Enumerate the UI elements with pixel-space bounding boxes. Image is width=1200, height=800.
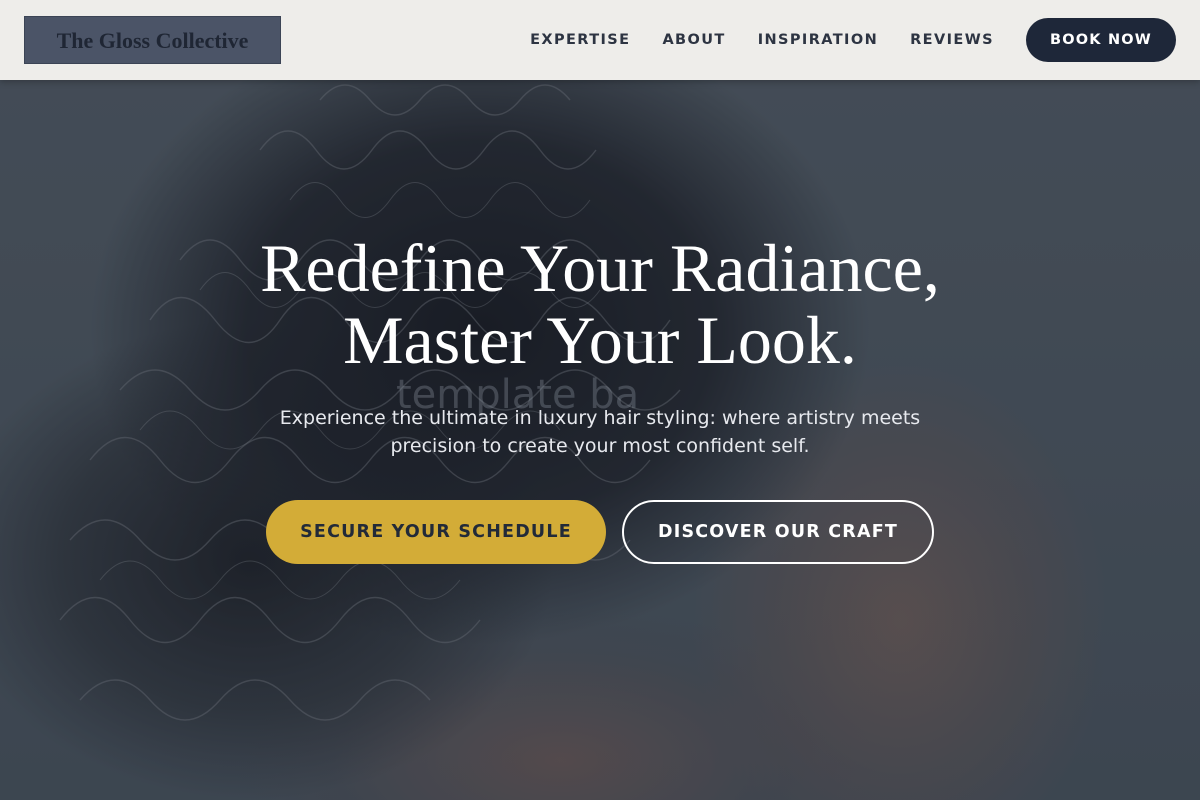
site-header: The Gloss Collective EXPERTISE ABOUT INS… (0, 0, 1200, 80)
discover-craft-button[interactable]: DISCOVER OUR CRAFT (622, 500, 934, 564)
secure-schedule-button[interactable]: SECURE YOUR SCHEDULE (266, 500, 606, 564)
brand-logo[interactable]: The Gloss Collective (24, 16, 281, 64)
nav-link-reviews[interactable]: REVIEWS (910, 32, 994, 48)
book-now-button[interactable]: BOOK NOW (1025, 18, 1176, 62)
nav-link-about[interactable]: ABOUT (662, 32, 725, 48)
main-nav: EXPERTISE ABOUT INSPIRATION REVIEWS BOOK… (530, 18, 1176, 62)
nav-link-expertise[interactable]: EXPERTISE (530, 32, 630, 48)
hero-subtitle: Experience the ultimate in luxury hair s… (260, 404, 940, 460)
hero-title: Redefine Your Radiance, Master Your Look… (0, 232, 1200, 376)
hero-title-line-1: Redefine Your Radiance, (260, 230, 940, 306)
hero-subtitle-line-2: precision to create your most confident … (390, 435, 810, 457)
hero-title-line-2: Master Your Look. (343, 302, 857, 378)
nav-link-inspiration[interactable]: INSPIRATION (758, 32, 878, 48)
hero-subtitle-line-1: Experience the ultimate in luxury hair s… (279, 407, 921, 429)
